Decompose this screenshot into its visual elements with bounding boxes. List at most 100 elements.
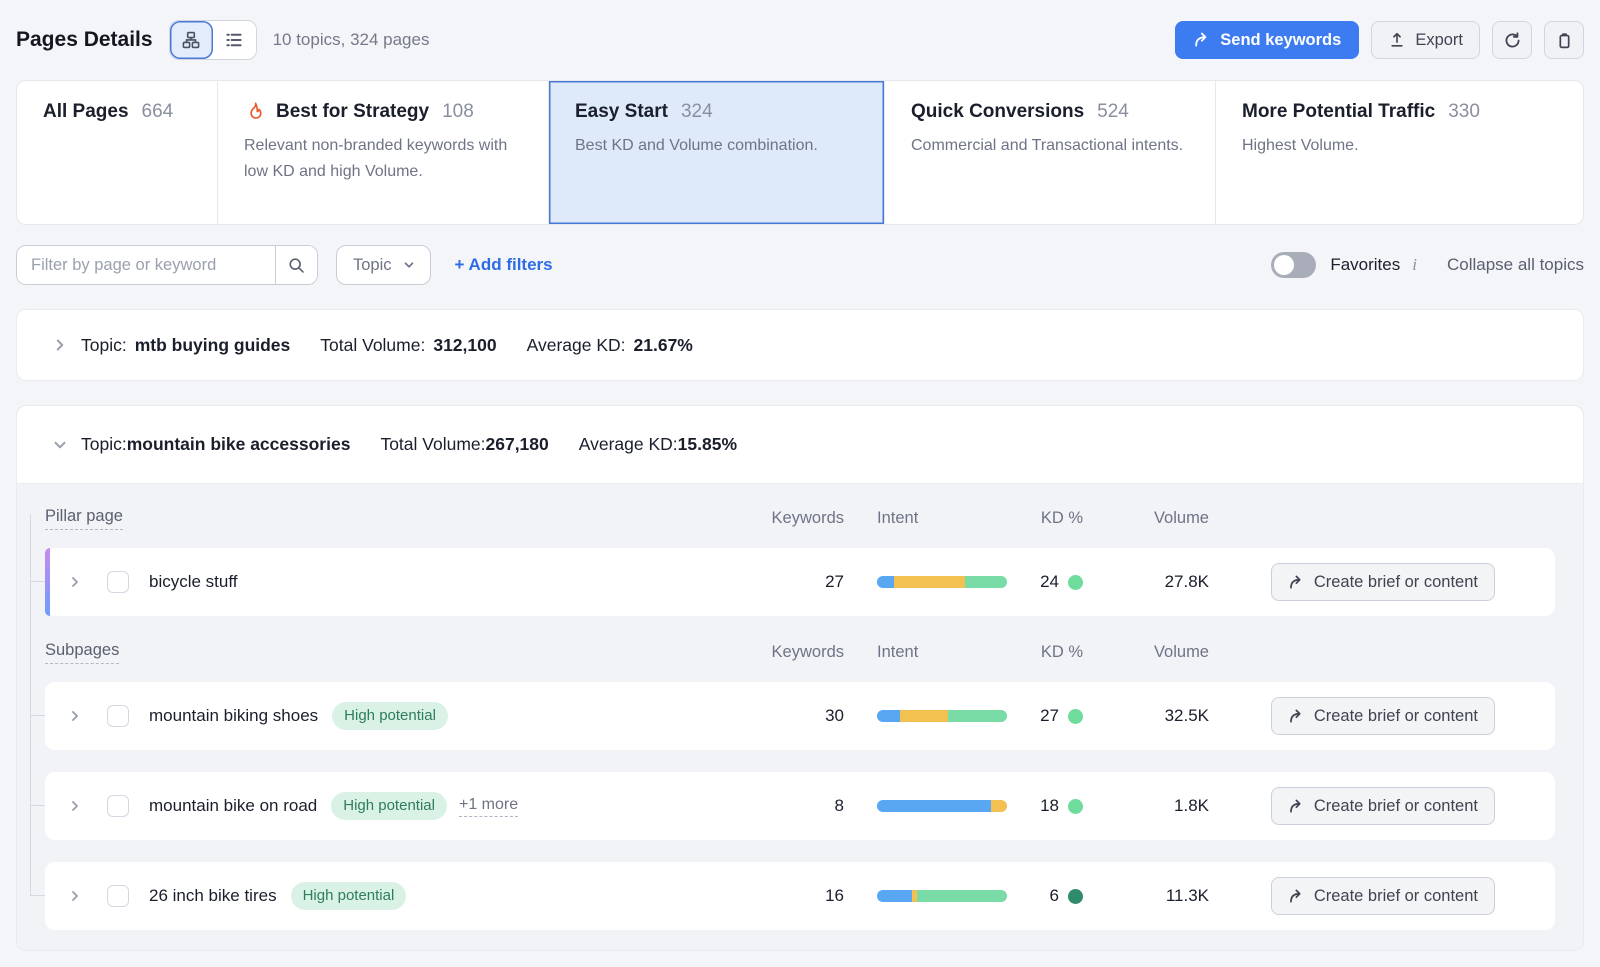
topic-total-volume: Total Volume:312,100 [320,335,496,356]
tab-description: Relevant non-branded keywords with low K… [244,133,522,184]
tab-label: More Potential Traffic [1242,101,1435,123]
chevron-down-icon[interactable] [51,436,69,454]
row-checkbox[interactable] [107,795,129,817]
topic-average-kd: Average KD:15.85% [579,434,737,455]
kd-dot [1068,575,1083,590]
subpages-label[interactable]: Subpages [45,641,119,664]
create-brief-button[interactable]: Create brief or content [1271,563,1495,601]
topics-pages-summary: 10 topics, 324 pages [273,30,430,50]
pillar-section-header: Pillar page Keywords Intent KD % Volume [45,502,1555,534]
column-volume: Volume [1154,509,1209,528]
kd-dot [1068,709,1083,724]
delete-button[interactable] [1544,21,1584,59]
info-icon[interactable]: i [1412,255,1417,275]
keywords-value: 27 [825,572,844,592]
favorites-label: Favorites [1330,255,1400,275]
favorites-toggle[interactable] [1271,252,1316,278]
pages-details-screen: Pages Details [0,0,1600,967]
sitemap-icon [181,30,201,50]
tab-count: 524 [1097,101,1129,123]
chevron-right-icon[interactable] [51,336,69,354]
tree-view-button[interactable] [170,21,213,59]
create-arrow-icon [1288,574,1305,591]
tab-count: 108 [442,101,474,123]
create-brief-label: Create brief or content [1314,707,1478,726]
create-arrow-icon [1288,798,1305,815]
tab-label: Best for Strategy [276,101,429,123]
chevron-right-icon[interactable] [67,888,83,904]
trash-icon [1555,31,1574,50]
topic-name: Topic:mtb buying guides [81,335,290,356]
page-name: mountain bike on road [149,796,317,816]
tab-all-pages[interactable]: All Pages 664 [17,81,217,224]
toggle-knob [1274,255,1294,275]
list-view-button[interactable] [213,21,256,59]
export-icon [1388,31,1406,49]
tab-more-potential-traffic[interactable]: More Potential Traffic 330 Highest Volum… [1215,81,1583,224]
create-brief-button[interactable]: Create brief or content [1271,877,1495,915]
create-brief-label: Create brief or content [1314,573,1478,592]
view-toggle [169,20,257,60]
strategy-tabs: All Pages 664 Best for Strategy 108 Rele… [16,80,1584,225]
search-input[interactable] [17,246,275,284]
send-arrow-icon [1193,31,1211,49]
volume-value: 11.3K [1166,886,1209,906]
chevron-right-icon[interactable] [67,708,83,724]
tab-label: Easy Start [575,101,668,123]
refresh-button[interactable] [1492,21,1532,59]
add-filters-link[interactable]: + Add filters [455,255,553,275]
create-brief-button[interactable]: Create brief or content [1271,697,1495,735]
filter-bar: Topic + Add filters Favorites i Collapse… [16,245,1584,285]
intent-bar [877,576,1007,588]
table-row: mountain bike on road High potential +1 … [45,772,1555,840]
table-row: mountain biking shoes High potential 30 … [45,682,1555,750]
topic-card-collapsed: Topic:mtb buying guides Total Volume:312… [16,309,1584,381]
high-potential-badge: High potential [332,702,448,730]
pillar-page-label[interactable]: Pillar page [45,507,123,530]
column-kd: KD % [1041,643,1083,662]
intent-bar [877,710,1007,722]
chevron-right-icon[interactable] [67,798,83,814]
column-intent: Intent [877,509,918,528]
intent-bar [877,890,1007,902]
tab-label: Quick Conversions [911,101,1084,123]
column-kd: KD % [1041,509,1083,528]
keywords-value: 16 [825,886,844,906]
send-keywords-button[interactable]: Send keywords [1175,21,1359,59]
create-brief-button[interactable]: Create brief or content [1271,787,1495,825]
row-checkbox[interactable] [107,571,129,593]
subpages-section-header: Subpages Keywords Intent KD % Volume [45,636,1555,668]
kd-dot [1068,889,1083,904]
topic-body: Pillar page Keywords Intent KD % Volume … [17,484,1583,950]
export-label: Export [1415,31,1463,50]
search-box [16,245,318,285]
tab-best-for-strategy[interactable]: Best for Strategy 108 Relevant non-brand… [217,81,548,224]
tab-description: Commercial and Transactional intents. [911,133,1189,159]
export-button[interactable]: Export [1371,21,1480,59]
page-name: 26 inch bike tires [149,886,277,906]
kd-value: 24 [1040,572,1083,592]
keywords-value: 30 [825,706,844,726]
chevron-down-icon [402,258,416,272]
tab-quick-conversions[interactable]: Quick Conversions 524 Commercial and Tra… [884,81,1215,224]
kd-value: 6 [1050,886,1083,906]
topic-card-expanded: Topic:mountain bike accessories Total Vo… [16,405,1584,951]
more-badges-link[interactable]: +1 more [459,796,518,817]
row-checkbox[interactable] [107,885,129,907]
table-row: 26 inch bike tires High potential 16 6 1… [45,862,1555,930]
create-arrow-icon [1288,888,1305,905]
top-bar: Pages Details [0,0,1600,80]
column-volume: Volume [1154,643,1209,662]
tab-description: Best KD and Volume combination. [575,133,855,159]
collapse-all-topics-link[interactable]: Collapse all topics [1447,255,1584,275]
list-icon [224,30,244,50]
search-button[interactable] [275,246,317,284]
topic-filter-dropdown[interactable]: Topic [336,245,431,285]
search-icon [287,256,306,275]
send-keywords-label: Send keywords [1220,31,1341,50]
chevron-right-icon[interactable] [67,574,83,590]
tab-easy-start[interactable]: Easy Start 324 Best KD and Volume combin… [548,81,884,224]
topic-average-kd: Average KD:21.67% [527,335,693,356]
column-intent: Intent [877,643,918,662]
row-checkbox[interactable] [107,705,129,727]
